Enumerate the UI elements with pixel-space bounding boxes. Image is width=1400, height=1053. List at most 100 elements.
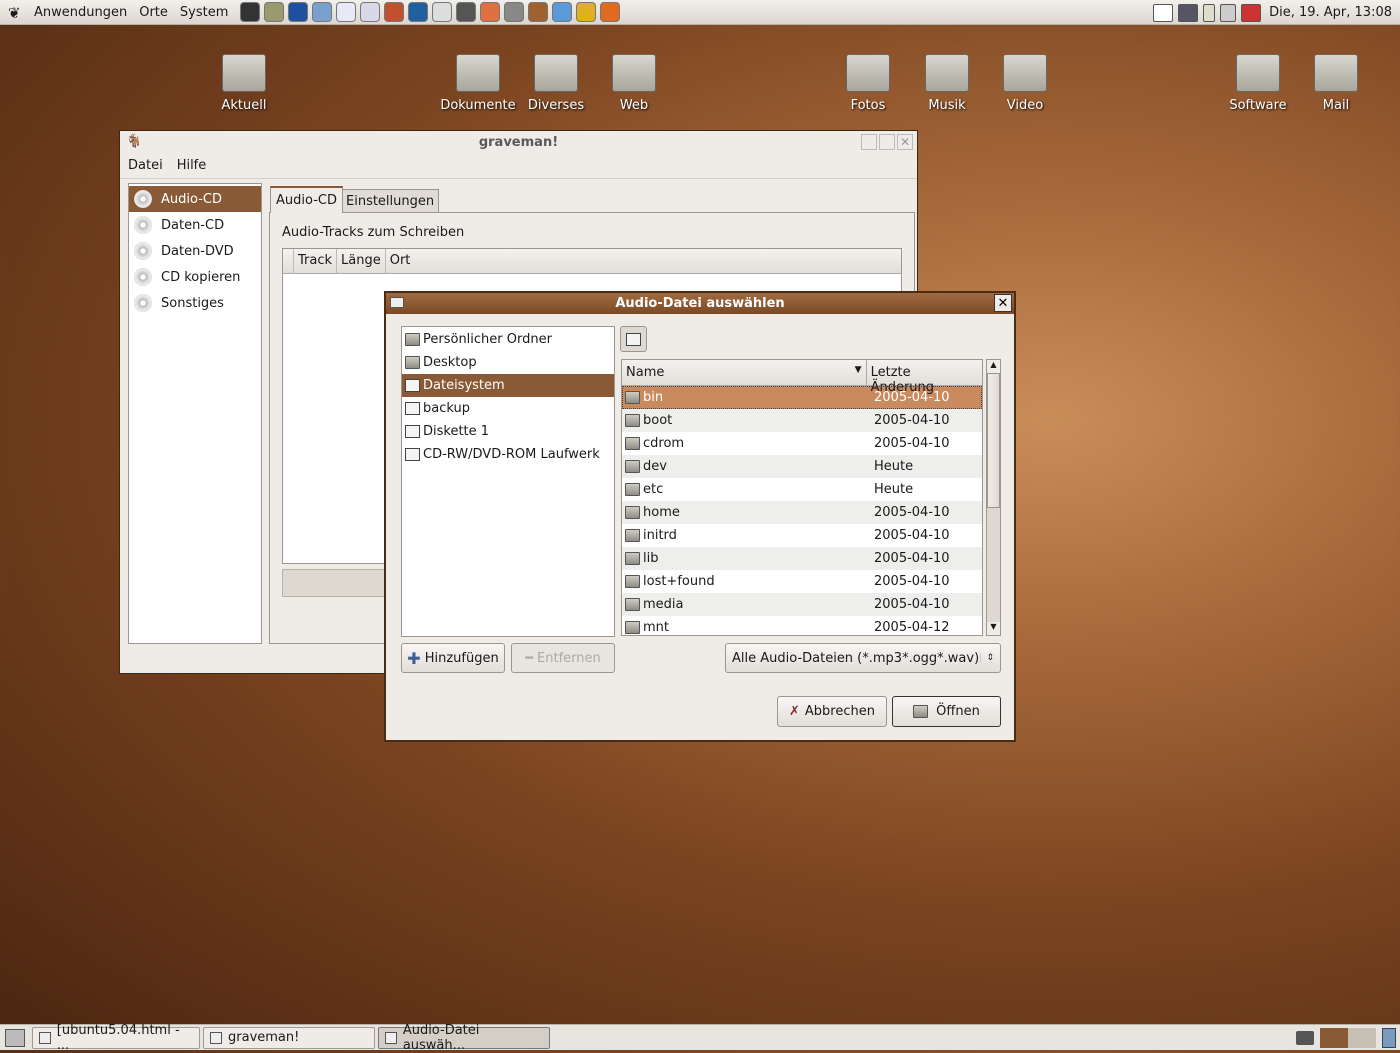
notes-icon[interactable] <box>264 2 285 22</box>
file-filter-select[interactable]: Alle Audio-Dateien (*.mp3*.ogg*.wav) ⇕ <box>725 643 1001 673</box>
file-row[interactable]: bin 2005-04-10 <box>622 386 982 409</box>
editor-icon[interactable] <box>360 2 381 22</box>
tab-audio-cd[interactable]: Audio-CD <box>270 186 343 213</box>
gnome-foot-icon[interactable]: ❦ <box>8 4 24 22</box>
power-icon[interactable] <box>1203 3 1216 22</box>
file-name-cell: bin <box>625 390 870 405</box>
trash-icon[interactable] <box>1382 1027 1396 1048</box>
taskbar-button[interactable]: [ubuntu5.04.html - ... <box>32 1023 200 1053</box>
dialog-title: Audio-Datei auswählen <box>615 296 785 311</box>
gimp-icon[interactable] <box>456 2 477 22</box>
desktop-icon-software[interactable]: Software <box>1218 54 1298 113</box>
place-pers-nlicher-ordner[interactable]: Persönlicher Ordner <box>402 328 614 351</box>
tab-einstellungen[interactable]: Einstellungen <box>341 189 440 212</box>
menu-hilfe[interactable]: Hilfe <box>177 158 207 173</box>
app-icon[interactable] <box>480 2 501 22</box>
network-icon[interactable] <box>1178 3 1199 22</box>
logout-icon[interactable] <box>1241 3 1262 22</box>
folder-icon <box>625 391 640 404</box>
media-icon[interactable] <box>408 2 429 22</box>
sidebar-item-daten-cd[interactable]: Daten-CD <box>129 212 261 238</box>
dialog-titlebar[interactable]: Audio-Datei auswählen ✕ <box>386 293 1014 314</box>
desktop-icon-video[interactable]: Video <box>985 54 1065 113</box>
menu-datei[interactable]: Datei <box>128 158 163 173</box>
file-row[interactable]: media 2005-04-10 <box>622 593 982 616</box>
show-desktop-icon[interactable] <box>5 1028 25 1047</box>
desktop-icon-diverses[interactable]: Diverses <box>516 54 596 113</box>
column-name[interactable]: Name ▼ <box>622 360 867 385</box>
add-button[interactable]: ✚ Hinzufügen <box>401 643 505 673</box>
video-icon[interactable] <box>528 2 549 22</box>
sidebar-item-label: CD kopieren <box>161 269 241 285</box>
taskbar-button[interactable]: graveman! <box>203 1026 375 1049</box>
file-row[interactable]: etc Heute <box>622 478 982 501</box>
file-row[interactable]: home 2005-04-10 <box>622 501 982 524</box>
file-list-scrollbar[interactable]: ▲ ▼ <box>986 359 1001 636</box>
scrollbar-thumb[interactable] <box>987 373 1000 508</box>
cancel-button[interactable]: ✗ Abbrechen <box>777 696 887 727</box>
open-folder-icon <box>913 705 929 718</box>
taskbar-button[interactable]: Audio-Datei auswäh... <box>378 1023 550 1053</box>
clock[interactable]: Die, 19. Apr, 13:08 <box>1269 5 1392 20</box>
close-button[interactable]: ✕ <box>897 134 913 150</box>
file-date: 2005-04-10 <box>874 505 950 520</box>
maximize-button[interactable] <box>879 134 895 150</box>
column-ort[interactable]: Ort <box>386 249 415 273</box>
column-date[interactable]: Letzte Änderung <box>867 360 982 395</box>
column-track[interactable]: Track <box>294 249 338 273</box>
mail-icon[interactable] <box>1153 3 1174 22</box>
desktop-icon-web[interactable]: Web <box>594 54 674 113</box>
place-dateisystem[interactable]: Dateisystem <box>402 374 614 397</box>
chat-icon[interactable] <box>552 2 573 22</box>
mail-icon[interactable] <box>312 2 333 22</box>
browser-icon[interactable] <box>288 2 309 22</box>
file-row[interactable]: lost+found 2005-04-10 <box>622 570 982 593</box>
column-laenge[interactable]: Länge <box>337 249 386 273</box>
file-row[interactable]: cdrom 2005-04-10 <box>622 432 982 455</box>
desktop-icon-dokumente[interactable]: Dokumente <box>438 54 518 113</box>
volume-icon[interactable] <box>1220 3 1237 22</box>
place-cd-rw-dvd-rom-laufwerk[interactable]: CD-RW/DVD-ROM Laufwerk <box>402 443 614 466</box>
menu-anwendungen[interactable]: Anwendungen <box>28 5 133 20</box>
add-label: Hinzufügen <box>424 650 499 666</box>
desktop-icon-musik[interactable]: Musik <box>907 54 987 113</box>
file-row[interactable]: initrd 2005-04-10 <box>622 524 982 547</box>
file-row[interactable]: dev Heute <box>622 455 982 478</box>
user-icon[interactable] <box>576 2 597 22</box>
top-panel: ❦ Anwendungen Orte System Die, 19. Apr, … <box>0 0 1400 25</box>
remove-button[interactable]: ━ Entfernen <box>511 643 615 673</box>
camera-icon[interactable] <box>1296 1030 1314 1045</box>
desktop-icon-mail[interactable]: Mail <box>1296 54 1376 113</box>
skype-icon[interactable] <box>600 2 621 22</box>
minimize-button[interactable] <box>861 134 877 150</box>
open-button[interactable]: Öffnen <box>892 696 1001 727</box>
file-row[interactable]: boot 2005-04-10 <box>622 409 982 432</box>
scroll-up-icon[interactable]: ▲ <box>987 360 1000 373</box>
folder-icon <box>456 54 500 92</box>
close-button[interactable]: ✕ <box>994 294 1012 312</box>
place-diskette-1[interactable]: Diskette 1 <box>402 420 614 443</box>
terminal-icon[interactable] <box>240 2 261 22</box>
file-row[interactable]: lib 2005-04-10 <box>622 547 982 570</box>
scroll-down-icon[interactable]: ▼ <box>987 622 1000 635</box>
calculator-icon[interactable] <box>504 2 525 22</box>
window-menu-icon[interactable] <box>390 297 404 308</box>
sidebar-item-cd-kopieren[interactable]: CD kopieren <box>129 264 261 290</box>
place-desktop[interactable]: Desktop <box>402 351 614 374</box>
image-viewer-icon[interactable] <box>384 2 405 22</box>
sidebar-item-sonstiges[interactable]: Sonstiges <box>129 290 261 316</box>
workspace-switcher[interactable] <box>1320 1027 1376 1048</box>
file-row[interactable]: mnt 2005-04-12 <box>622 616 982 635</box>
sidebar-item-audio-cd[interactable]: Audio-CD <box>129 186 261 212</box>
screenshot-icon[interactable] <box>432 2 453 22</box>
desktop-icon-fotos[interactable]: Fotos <box>828 54 908 113</box>
desktop-icon-aktuell[interactable]: Aktuell <box>204 54 284 113</box>
place-backup[interactable]: backup <box>402 397 614 420</box>
sidebar-item-daten-dvd[interactable]: Daten-DVD <box>129 238 261 264</box>
menu-system[interactable]: System <box>174 5 234 20</box>
document-icon[interactable] <box>336 2 357 22</box>
menu-orte[interactable]: Orte <box>133 5 174 20</box>
path-bar-filesystem-button[interactable] <box>620 326 647 352</box>
graveman-titlebar[interactable]: 🐐 graveman! ✕ <box>120 131 917 153</box>
desktop-icon <box>405 356 420 369</box>
